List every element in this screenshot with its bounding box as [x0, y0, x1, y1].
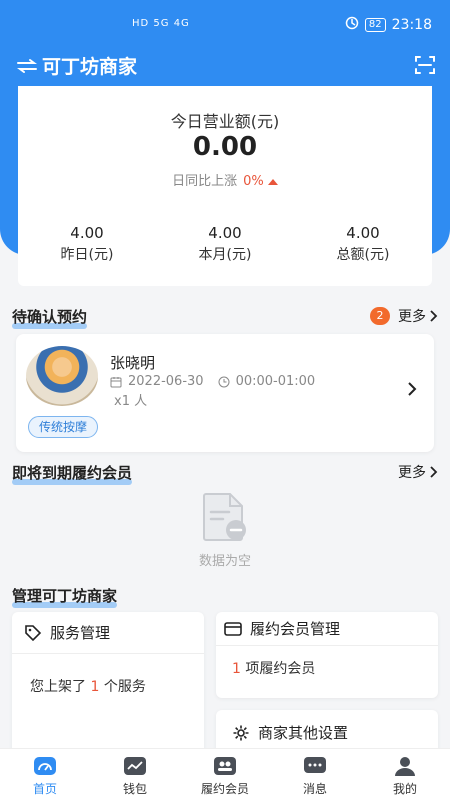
card-header: 履约会员管理: [216, 612, 438, 645]
chevron-right-icon: [430, 310, 438, 322]
stat-value: 4.00: [346, 224, 380, 242]
top-navbar: 可丁坊商家: [0, 48, 450, 84]
revenue-stats: 4.00 昨日(元) 4.00 本月(元) 4.00 总额(元): [18, 224, 432, 264]
card-header: 服务管理: [12, 612, 204, 653]
scan-icon[interactable]: [414, 54, 436, 76]
body-text: 项履约会员: [245, 661, 316, 677]
manage-section-title: 管理可丁坊商家: [12, 585, 118, 608]
membership-count: 1: [232, 661, 241, 677]
chevron-right-icon: [430, 466, 438, 478]
wallet-icon: [124, 757, 146, 775]
card-title: 履约会员管理: [250, 620, 341, 638]
status-right: 82 23:18: [345, 16, 432, 34]
stat-month[interactable]: 4.00 本月(元): [156, 224, 294, 264]
card-title: 商家其他设置: [258, 724, 349, 742]
compare-percent: 0%: [243, 174, 264, 189]
stat-total[interactable]: 4.00 总额(元): [294, 224, 432, 264]
tab-label: 钱包: [122, 782, 147, 796]
stat-value: 4.00: [208, 224, 242, 242]
tab-wallet[interactable]: 钱包: [90, 749, 180, 800]
more-label: 更多: [398, 465, 426, 481]
appointment-card[interactable]: 张晓明 2022-06-30 00:00-01:00 x1 人 传统按摩: [16, 334, 434, 452]
pending-section-header: 待确认预约 2 更多: [12, 306, 438, 330]
signal-icon: [345, 16, 359, 34]
stat-yesterday[interactable]: 4.00 昨日(元): [18, 224, 156, 264]
card-body: 1 项履约会员: [216, 646, 438, 678]
service-tag: 传统按摩: [28, 416, 99, 438]
appointment-quantity: x1 人: [114, 394, 148, 409]
expiring-section-title: 即将到期履约会员: [12, 462, 133, 485]
service-count: 1: [90, 679, 100, 695]
bottom-tab-bar: 首页 钱包 履约会员 消息 我的: [0, 748, 450, 800]
more-label: 更多: [398, 309, 426, 325]
body-text: 您上架了: [30, 679, 86, 695]
body-text: 个服务: [103, 679, 146, 695]
trend-up-icon: [267, 179, 278, 185]
clock-icon: [218, 376, 230, 387]
customer-name: 张晓明: [110, 354, 156, 372]
network-indicator: HD 5G 4G: [132, 18, 190, 29]
avatar: [26, 346, 98, 406]
compare-label: 日同比上涨: [172, 174, 238, 189]
appointment-date: 2022-06-30: [128, 374, 204, 389]
tab-label: 履约会员: [200, 782, 249, 796]
card-body: 您上架了 1 个服务: [12, 654, 204, 696]
message-icon: [304, 757, 326, 773]
swap-icon: [17, 58, 37, 73]
tab-label: 首页: [32, 782, 57, 796]
members-icon: [214, 757, 236, 775]
appointment-time: 00:00-01:00: [235, 374, 316, 389]
calendar-icon: [110, 376, 122, 387]
tab-messages[interactable]: 消息: [270, 749, 360, 800]
empty-text: 数据为空: [198, 554, 251, 569]
tab-label: 消息: [302, 782, 327, 796]
revenue-title: 今日营业额(元): [170, 112, 280, 131]
pending-section-title: 待确认预约: [12, 306, 88, 329]
appointment-meta: 2022-06-30 00:00-01:00: [110, 374, 315, 389]
revenue-value: 0.00: [192, 132, 258, 162]
clock: 23:18: [391, 17, 432, 33]
card-title: 服务管理: [50, 624, 111, 642]
tab-label: 我的: [392, 782, 417, 796]
tab-members[interactable]: 履约会员: [180, 749, 270, 800]
empty-state: 数据为空: [0, 490, 450, 569]
stat-label: 总额(元): [336, 247, 390, 263]
manage-section-header: 管理可丁坊商家: [12, 585, 438, 609]
tab-home[interactable]: 首页: [0, 749, 90, 800]
revenue-card: 今日营业额(元) 0.00 日同比上涨 0% 4.00 昨日(元) 4.00 本月…: [18, 86, 432, 286]
revenue-compare: 日同比上涨 0%: [18, 170, 432, 189]
service-management-card[interactable]: 服务管理 您上架了 1 个服务: [12, 612, 204, 762]
status-bar: HD 5G 4G 82 23:18: [0, 0, 450, 46]
stat-label: 本月(元): [198, 247, 252, 263]
card-icon: [224, 621, 242, 636]
stat-label: 昨日(元): [60, 247, 114, 263]
pending-count-badge: 2: [370, 307, 390, 325]
user-icon: [395, 757, 415, 776]
nav-title-button[interactable]: 可丁坊商家: [16, 52, 137, 79]
tab-profile[interactable]: 我的: [360, 749, 450, 800]
gear-icon: [233, 725, 249, 740]
expiring-section-header: 即将到期履约会员 更多: [12, 462, 438, 486]
battery-indicator: 82: [364, 18, 386, 32]
stat-value: 4.00: [70, 224, 104, 242]
dashboard-icon: [34, 757, 56, 775]
membership-management-card[interactable]: 履约会员管理 1 项履约会员: [216, 612, 438, 698]
expiring-more-link[interactable]: 更多: [398, 462, 438, 482]
pending-more-link[interactable]: 2 更多: [370, 306, 438, 326]
empty-document-icon: [203, 493, 246, 541]
app-title: 可丁坊商家: [42, 56, 138, 78]
tag-icon: [25, 624, 42, 641]
chevron-right-icon[interactable]: [406, 380, 418, 398]
